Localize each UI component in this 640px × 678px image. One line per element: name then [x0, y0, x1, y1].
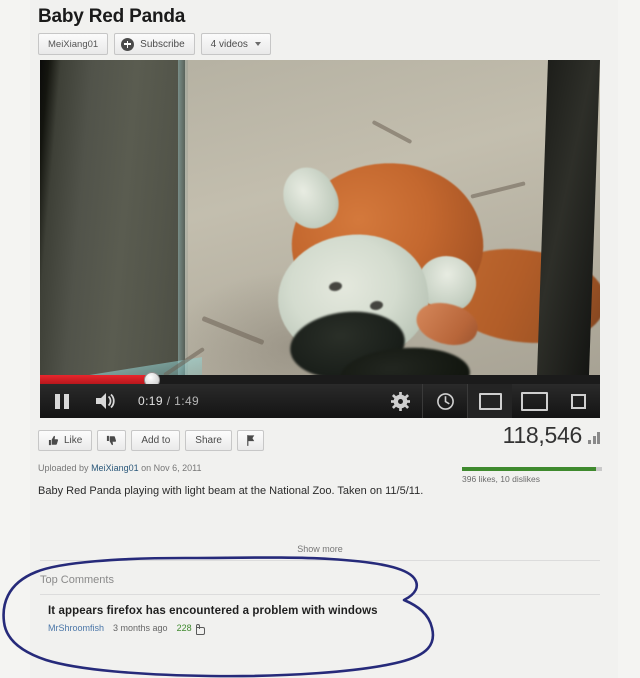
- top-comments-label: Top Comments: [40, 574, 114, 586]
- section-divider: [40, 560, 600, 561]
- share-label: Share: [195, 435, 222, 446]
- player-size-large-icon: [520, 391, 548, 411]
- comment-vote-count: 228: [176, 623, 192, 633]
- volume-icon: [96, 393, 115, 409]
- video-player[interactable]: 0:19 / 1:49: [40, 60, 600, 418]
- uploaded-prefix: Uploaded by: [38, 463, 89, 473]
- comments-divider: [40, 594, 600, 595]
- view-count: 118,546: [502, 422, 583, 448]
- time-separator: /: [166, 394, 171, 408]
- page-title: Baby Red Panda: [38, 6, 186, 27]
- rating-text: 396 likes, 10 dislikes: [462, 474, 540, 484]
- add-to-button[interactable]: Add to: [131, 430, 181, 451]
- current-time: 0:19: [138, 394, 163, 408]
- progress-bar[interactable]: [40, 371, 600, 388]
- pause-button[interactable]: [40, 384, 84, 418]
- time-display: 0:19 / 1:49: [138, 394, 199, 408]
- page-left-margin: [0, 0, 30, 678]
- fullscreen-button[interactable]: [556, 384, 600, 418]
- flag-icon: [247, 435, 255, 446]
- videos-dropdown-label: 4 videos: [210, 38, 248, 50]
- captions-button[interactable]: [422, 384, 467, 418]
- rating-block: 396 likes, 10 dislikes: [462, 467, 602, 484]
- view-count-block: 118,546: [503, 424, 602, 447]
- clock-icon: [436, 392, 454, 410]
- plus-icon: [121, 37, 135, 51]
- rating-bar: [462, 467, 602, 471]
- thumbs-up-icon: [48, 435, 59, 446]
- video-frame: [40, 60, 600, 418]
- comment-meta: MrShroomfish 3 months ago 228: [48, 623, 600, 635]
- uploaded-date: on Nov 6, 2011: [141, 463, 202, 473]
- videos-dropdown[interactable]: 4 videos: [200, 33, 271, 55]
- comment-age: 3 months ago: [113, 623, 168, 633]
- share-button[interactable]: Share: [185, 430, 232, 451]
- pause-icon: [55, 393, 69, 409]
- player-size-small-icon: [478, 392, 502, 410]
- size-large-button[interactable]: [512, 384, 556, 418]
- fullscreen-icon: [570, 393, 586, 409]
- thumbs-down-icon: [107, 435, 117, 446]
- like-button[interactable]: Like: [38, 430, 93, 451]
- channel-button[interactable]: MeiXiang01: [38, 33, 109, 55]
- gear-icon: [390, 391, 410, 411]
- thumbs-up-icon[interactable]: [195, 623, 205, 635]
- player-control-bar: 0:19 / 1:49: [40, 384, 600, 418]
- video-description: Baby Red Panda playing with light beam a…: [38, 485, 424, 497]
- add-to-label: Add to: [141, 435, 171, 446]
- subscribe-button[interactable]: Subscribe: [114, 33, 195, 55]
- comment-item: It appears firefox has encountered a pro…: [40, 605, 600, 635]
- comment-author[interactable]: MrShroomfish: [48, 623, 104, 633]
- dislike-button[interactable]: [97, 430, 127, 451]
- comment-text: It appears firefox has encountered a pro…: [48, 605, 378, 617]
- volume-button[interactable]: [84, 384, 128, 418]
- flag-button[interactable]: [236, 430, 264, 451]
- total-time: 1:49: [174, 394, 200, 408]
- settings-button[interactable]: [378, 384, 422, 418]
- show-more-button[interactable]: Show more: [0, 544, 640, 554]
- rating-bar-fill: [462, 467, 597, 471]
- upload-meta: Uploaded by MeiXiang01 on Nov 6, 2011: [38, 463, 202, 473]
- uploader-row: MeiXiang01 Subscribe 4 videos: [38, 33, 271, 55]
- comments-section: Top Comments It appears firefox has enco…: [40, 574, 600, 635]
- statistics-icon[interactable]: [588, 431, 602, 444]
- player-right-controls: [378, 384, 600, 418]
- uploader-link[interactable]: MeiXiang01: [91, 463, 139, 473]
- comment-votes: 228: [176, 623, 205, 635]
- like-label: Like: [64, 435, 83, 446]
- video-actions: Like Add to Share: [38, 430, 264, 451]
- subscribe-label: Subscribe: [140, 38, 185, 50]
- progress-played: [40, 375, 152, 384]
- youtube-watch-page: Baby Red Panda MeiXiang01 Subscribe 4 vi…: [0, 0, 640, 678]
- page-right-margin: [618, 0, 640, 678]
- chevron-down-icon: [254, 42, 261, 46]
- size-small-button[interactable]: [467, 384, 512, 418]
